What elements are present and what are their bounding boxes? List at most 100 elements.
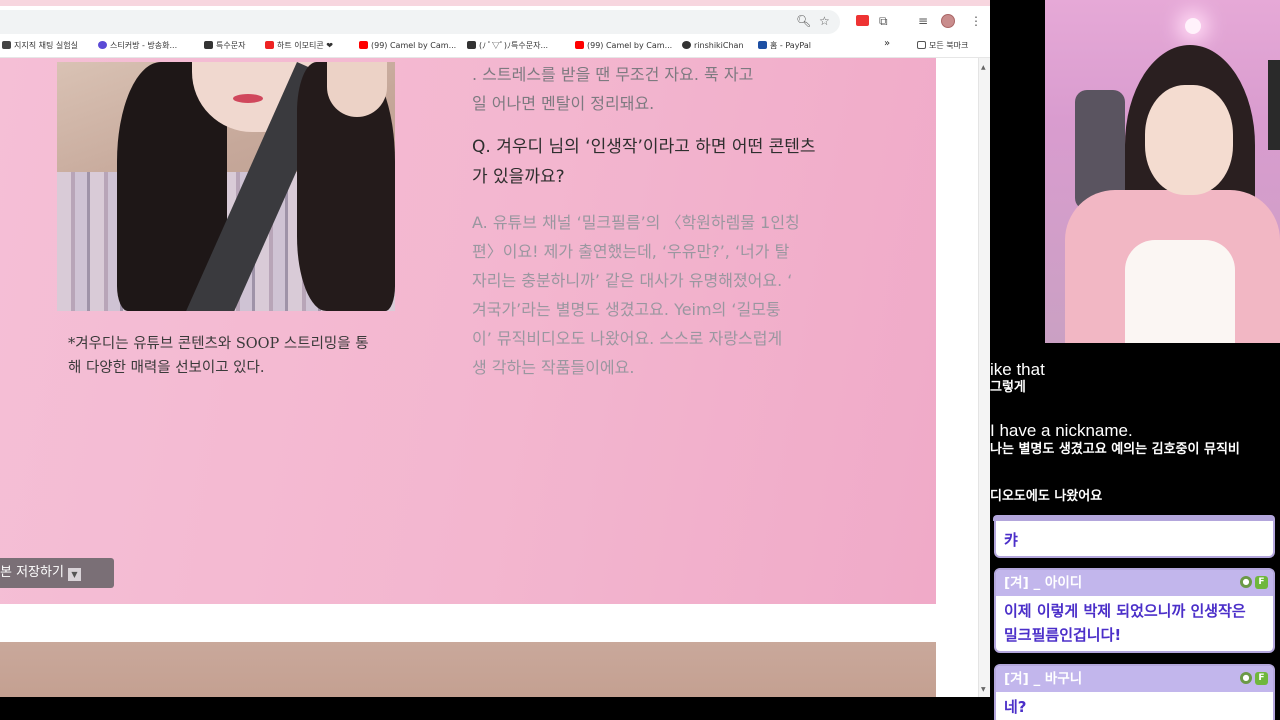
scroll-down-icon[interactable]: ▼ <box>981 686 986 693</box>
bookmark-favicon-icon <box>98 41 107 49</box>
subtitle-english: ike that <box>990 360 1045 379</box>
all-bookmarks-label: 모든 북마크 <box>929 41 969 50</box>
bookmark-label: 지지직 채팅 실험실 <box>14 41 78 50</box>
chat-message: [겨] _ 아이디 ● F 이제 이렇게 박제 되었으니까 인생작은 밀크필름인겁… <box>994 568 1275 653</box>
puzzle-icon[interactable]: ⧉ <box>879 14 888 28</box>
bookmarks-overflow-button[interactable]: » <box>884 39 890 49</box>
bookmark-label: (99) Camel by Cam... <box>371 41 457 50</box>
chat-message-text: 캬 <box>1004 531 1018 549</box>
bookmark-item[interactable]: (99) Camel by Cam... <box>575 41 672 51</box>
all-bookmarks-folder[interactable]: 모든 북마크 <box>917 41 968 51</box>
answer-line: 이’ 뮤직비디오도 나왔어요. 스스로 자랑스럽게 <box>472 329 783 348</box>
chat-message-text: 네? <box>1004 698 1027 716</box>
bookmark-item[interactable]: (ﾉ ﾟ▽ﾟ)ﾉ특수문자... <box>467 41 548 51</box>
chevron-down-icon[interactable]: ▼ <box>67 568 81 581</box>
chat-message-text: 이제 이렇게 박제 되었으니까 인생작은 밀크필름인겁니다! <box>996 596 1273 651</box>
folder-icon <box>917 41 926 49</box>
browser-window: 🔍︎ ☆ ⧉ ≡ ⋮ 지지직 채팅 실험실 스티커방 - 방송화... 특수문자… <box>0 0 990 697</box>
chat-badges: ● F <box>1240 576 1268 590</box>
user-badge-icon: ● <box>1240 576 1252 588</box>
interview-question: Q. 겨우디 님의 ‘인생작’이라고 하면 어떤 콘텐츠 가 있을까요? <box>472 132 862 192</box>
more-vert-icon[interactable]: ⋮ <box>970 14 982 28</box>
chat-badges: ● F <box>1240 672 1268 686</box>
browser-toolbar: 🔍︎ ☆ ⧉ ≡ ⋮ <box>0 6 990 36</box>
chat-message-line: 밀크필름인겁니다! <box>1004 626 1122 644</box>
fan-badge-icon: F <box>1255 672 1268 685</box>
webcam-feed <box>1045 0 1280 343</box>
article-section: *겨우디는 유튜브 콘텐츠와 SOOP 스트리밍을 통 해 다양한 매력을 선보… <box>0 58 936 604</box>
photo-lips <box>233 94 263 103</box>
zoom-icon[interactable]: 🔍︎ <box>796 14 811 28</box>
answer-line: A. 유튜브 채널 ‘밀크필름’의 〈학원하렘물 1인칭 <box>472 213 800 232</box>
interview-answer: A. 유튜브 채널 ‘밀크필름’의 〈학원하렘물 1인칭 편〉이요! 제가 출연… <box>472 208 862 382</box>
webcam-lamp <box>1185 18 1201 34</box>
scroll-up-icon[interactable]: ▲ <box>981 64 986 71</box>
bookmark-label: 스티커방 - 방송화... <box>110 41 178 50</box>
bookmark-label: 하트 이모티콘 ❤ <box>277 41 333 50</box>
caption-line: 해 다양한 매력을 선보이고 있다. <box>68 360 265 376</box>
next-section-image <box>0 642 936 697</box>
subtitle-korean: 디오도에도 나왔어요 <box>990 489 1103 503</box>
answer-line: 편〉이요! 제가 출연했는데, ‘우유만?’, ‘너가 탈 <box>472 242 790 261</box>
bookmark-favicon-icon <box>265 41 274 49</box>
save-button-label: 본 저장하기 <box>0 565 64 580</box>
chat-username-text: [겨] _ 바구니 <box>1004 671 1083 687</box>
chat-message: 캬 <box>994 521 1275 558</box>
answer-line: . 스트레스를 받을 땐 무조건 자요. 푹 자고 <box>472 65 754 84</box>
chat-panel: 캬 [겨] _ 아이디 ● F 이제 이렇게 박제 되었으니까 인생작은 밀크필름… <box>990 503 1280 720</box>
bookmark-item[interactable]: 특수문자 <box>204 41 245 51</box>
bookmark-label: rinshikiChan <box>694 41 744 50</box>
youtube-icon <box>359 41 368 49</box>
bookmark-favicon-icon <box>2 41 11 49</box>
screen: 🔍︎ ☆ ⧉ ≡ ⋮ 지지직 채팅 실험실 스티커방 - 방송화... 특수문자… <box>0 0 1280 720</box>
user-badge-icon: ● <box>1240 672 1252 684</box>
bookmark-label: (ﾉ ﾟ▽ﾟ)ﾉ특수문자... <box>479 41 549 50</box>
subtitle-english: I have a nickname. <box>990 421 1133 440</box>
scrollbar[interactable] <box>978 58 990 697</box>
answer-line: 생 각하는 작품들이에요. <box>472 358 635 377</box>
question-line: Q. 겨우디 님의 ‘인생작’이라고 하면 어떤 콘텐츠 <box>472 137 816 157</box>
youtube-extension-icon[interactable] <box>856 15 869 26</box>
bookmark-favicon-icon <box>204 41 213 49</box>
chat-username-text: [겨] _ 아이디 <box>1004 575 1083 591</box>
profile-avatar[interactable] <box>941 14 955 28</box>
article-photo <box>57 62 395 311</box>
bookmark-item[interactable]: 하트 이모티콘 ❤ <box>265 41 333 51</box>
subtitle-overlay: ike that 그렇게 I have a nickname. 나는 별명도 생… <box>990 343 1280 503</box>
bookmark-item[interactable]: (99) Camel by Cam... <box>359 41 456 51</box>
webcam-edge <box>1268 60 1280 150</box>
bookmark-favicon-icon <box>467 41 476 49</box>
reading-list-icon[interactable]: ≡ <box>918 14 928 28</box>
chat-username[interactable]: [겨] _ 바구니 ● F <box>996 666 1273 692</box>
photo-caption: *겨우디는 유튜브 콘텐츠와 SOOP 스트리밍을 통 해 다양한 매력을 선보… <box>68 332 398 380</box>
bookmark-item[interactable]: rinshikiChan <box>682 41 744 51</box>
bookmark-favicon-icon <box>682 41 691 49</box>
bookmark-label: 홈 - PayPal <box>770 41 812 50</box>
bookmark-label: 특수문자 <box>216 41 246 50</box>
chat-username[interactable]: [겨] _ 아이디 ● F <box>996 570 1273 596</box>
star-icon[interactable]: ☆ <box>819 14 830 28</box>
webcam-top <box>1125 240 1235 343</box>
answer-line: 겨국가’라는 별명도 생겼고요. Yeim의 ‘길모퉁 <box>472 300 781 319</box>
subtitle-korean: 그렇게 <box>990 380 1026 395</box>
paypal-icon <box>758 41 767 49</box>
bookmark-label: (99) Camel by Cam... <box>587 41 673 50</box>
bookmark-item[interactable]: 홈 - PayPal <box>758 41 811 51</box>
chat-message: [겨] _ 바구니 ● F 네? <box>994 664 1275 720</box>
caption-line: *겨우디는 유튜브 콘텐츠와 SOOP 스트리밍을 통 <box>68 336 369 352</box>
answer-line: 일 어나면 멘탈이 정리돼요. <box>472 94 655 113</box>
save-button[interactable]: 본 저장하기 ▼ <box>0 558 114 588</box>
fan-badge-icon: F <box>1255 576 1268 589</box>
youtube-icon <box>575 41 584 49</box>
question-line: 가 있을까요? <box>472 167 565 187</box>
address-bar[interactable] <box>0 10 840 34</box>
page-content: *겨우디는 유튜브 콘텐츠와 SOOP 스트리밍을 통 해 다양한 매력을 선보… <box>0 58 990 697</box>
subtitle-korean: 나는 별명도 생겼고요 예의는 김호중이 뮤직비 <box>990 442 1240 457</box>
bookmark-item[interactable]: 스티커방 - 방송화... <box>98 41 177 51</box>
chat-message-line: 이제 이렇게 박제 되었으니까 인생작은 <box>1004 602 1246 620</box>
bookmarks-bar: 지지직 채팅 실험실 스티커방 - 방송화... 특수문자 하트 이모티콘 ❤ … <box>0 36 990 58</box>
taskbar <box>0 697 990 720</box>
previous-answer: . 스트레스를 받을 땐 무조건 자요. 푹 자고 일 어나면 멘탈이 정리돼요… <box>472 60 862 118</box>
webcam-face <box>1145 85 1233 195</box>
bookmark-item[interactable]: 지지직 채팅 실험실 <box>2 41 78 51</box>
